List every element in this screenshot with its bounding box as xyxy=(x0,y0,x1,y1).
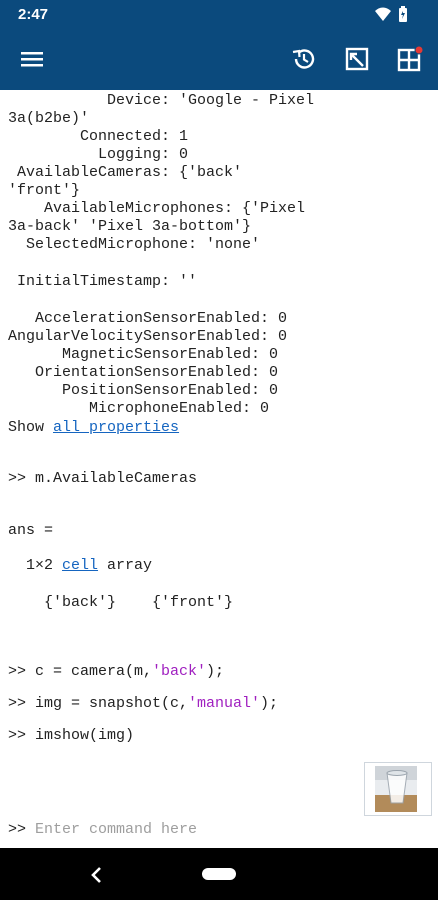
property-line: Connected: 1 xyxy=(8,128,189,145)
wifi-icon xyxy=(375,7,391,21)
status-bar: 2:47 xyxy=(0,0,438,28)
property-line: MagneticSensorEnabled: 0 xyxy=(8,346,279,363)
status-icons xyxy=(374,6,408,22)
command-line: >> imshow(img) xyxy=(8,727,135,744)
property-line: 3a(b2be)' xyxy=(8,110,90,127)
command-input[interactable]: Enter command here xyxy=(35,821,197,838)
command-window[interactable]: Device: 'Google - Pixel 3a(b2be)' Connec… xyxy=(0,90,438,850)
code-text: >> img = snapshot(c, xyxy=(8,695,189,712)
size-suffix: array xyxy=(98,557,153,574)
figure-thumbnail[interactable] xyxy=(364,762,432,816)
property-line: AvailableCameras: {'back' xyxy=(8,164,243,181)
string-literal: 'back' xyxy=(152,663,207,680)
code-text: ); xyxy=(206,663,225,680)
command-prompt-line[interactable]: >> Enter command here xyxy=(8,821,197,839)
property-line: 3a-back' 'Pixel 3a-bottom'} xyxy=(8,218,252,235)
property-line: SelectedMicrophone: 'none' xyxy=(8,236,261,253)
editor-icon[interactable] xyxy=(341,43,373,75)
property-line: Logging: 0 xyxy=(8,146,189,163)
property-line: PositionSensorEnabled: 0 xyxy=(8,382,279,399)
size-prefix: 1×2 xyxy=(8,557,63,574)
output-ans: ans = xyxy=(8,522,54,539)
command-line: >> img = snapshot(c,'manual'); xyxy=(8,695,278,713)
history-icon[interactable] xyxy=(288,43,320,75)
system-nav-bar xyxy=(0,848,438,900)
code-text: ); xyxy=(260,695,279,712)
property-line: AngularVelocitySensorEnabled: 0 xyxy=(8,328,288,345)
output-size-line: 1×2 cell array xyxy=(8,557,152,575)
command-line: >> c = camera(m,'back'); xyxy=(8,663,224,681)
prompt-symbol: >> xyxy=(8,821,36,838)
code-text: >> c = camera(m, xyxy=(8,663,153,680)
show-properties-line: Show all properties xyxy=(8,419,179,437)
property-line: InitialTimestamp: '' xyxy=(8,273,198,290)
apps-icon[interactable] xyxy=(394,43,426,75)
app-bar xyxy=(0,28,438,90)
status-time: 2:47 xyxy=(18,6,49,23)
property-line: AvailableMicrophones: {'Pixel xyxy=(8,200,306,217)
show-prefix: Show xyxy=(8,419,54,436)
command-line: >> m.AvailableCameras xyxy=(8,470,198,487)
all-properties-link[interactable]: all properties xyxy=(53,419,179,436)
snapshot-image xyxy=(375,766,417,812)
property-line: Device: 'Google - Pixel xyxy=(8,92,315,109)
battery-icon xyxy=(399,6,407,22)
property-line: MicrophoneEnabled: 0 xyxy=(8,400,270,417)
property-line: AccelerationSensorEnabled: 0 xyxy=(8,310,288,327)
property-line: 'front'} xyxy=(8,182,81,199)
cell-link[interactable]: cell xyxy=(62,557,98,574)
property-line: OrientationSensorEnabled: 0 xyxy=(8,364,279,381)
hamburger-menu-icon[interactable] xyxy=(16,43,48,75)
output-cells: {'back'} {'front'} xyxy=(8,594,234,611)
string-literal: 'manual' xyxy=(188,695,261,712)
back-icon[interactable] xyxy=(86,864,108,886)
home-pill-icon[interactable] xyxy=(202,868,236,880)
